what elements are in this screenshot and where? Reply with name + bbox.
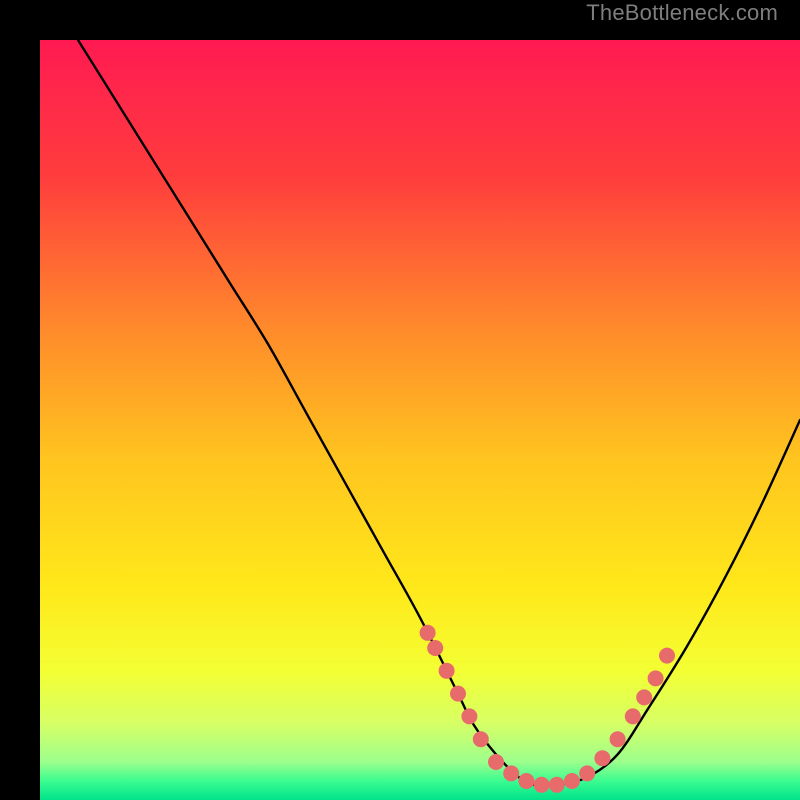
highlight-point <box>579 765 595 781</box>
chart-background <box>40 40 800 800</box>
watermark-text: TheBottleneck.com <box>586 0 778 26</box>
highlight-point <box>488 754 504 770</box>
highlight-point <box>439 663 455 679</box>
chart-frame <box>20 20 780 780</box>
highlight-point <box>461 708 477 724</box>
highlight-point <box>648 670 664 686</box>
highlight-point <box>594 750 610 766</box>
highlight-point <box>549 777 565 793</box>
highlight-point <box>659 648 675 664</box>
highlight-point <box>518 773 534 789</box>
highlight-point <box>564 773 580 789</box>
highlight-point <box>473 731 489 747</box>
highlight-point <box>636 689 652 705</box>
highlight-point <box>420 625 436 641</box>
highlight-point <box>450 686 466 702</box>
highlight-point <box>610 731 626 747</box>
bottleneck-chart <box>40 40 800 800</box>
highlight-point <box>503 765 519 781</box>
highlight-point <box>427 640 443 656</box>
highlight-point <box>625 708 641 724</box>
highlight-point <box>534 777 550 793</box>
